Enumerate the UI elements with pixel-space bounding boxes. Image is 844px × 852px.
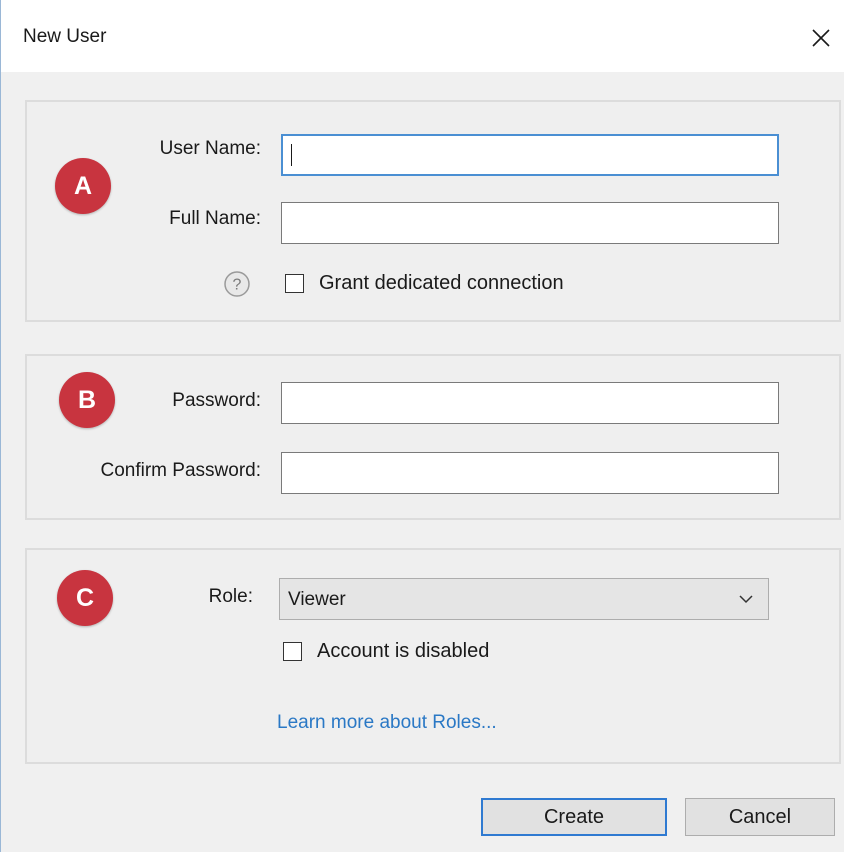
full-name-input[interactable] (281, 202, 779, 244)
create-button[interactable]: Create (481, 798, 667, 836)
confirm-password-input[interactable] (281, 452, 779, 494)
close-icon (812, 29, 830, 47)
role-select-value: Viewer (288, 589, 346, 610)
confirm-password-label: Confirm Password: (100, 460, 262, 481)
help-icon[interactable]: ? (223, 270, 251, 298)
user-name-input[interactable] (281, 134, 779, 176)
user-name-label: User Name: (159, 138, 261, 159)
close-button[interactable] (801, 18, 841, 58)
section-badge-a: A (55, 158, 111, 214)
role-select[interactable]: Viewer (279, 578, 769, 620)
grant-dedicated-connection-checkbox[interactable] (285, 274, 304, 293)
section-badge-c: C (57, 570, 113, 626)
password-input[interactable] (281, 382, 779, 424)
title-bar: New User (1, 0, 844, 72)
account-disabled-checkbox[interactable] (283, 642, 302, 661)
password-label: Password: (172, 390, 261, 411)
dialog-title: New User (23, 26, 107, 47)
section-identity: A User Name: Full Name: ? Grant dedicate… (25, 100, 841, 322)
grant-dedicated-connection-label: Grant dedicated connection (319, 272, 564, 294)
section-role: C Role: Viewer Account is disabled Learn… (25, 548, 841, 764)
account-disabled-label: Account is disabled (317, 640, 490, 662)
new-user-dialog: New User A User Name: Full Name: ? Grant… (0, 0, 844, 852)
chevron-down-icon (739, 595, 753, 604)
section-badge-b: B (59, 372, 115, 428)
role-label: Role: (208, 586, 253, 607)
svg-text:?: ? (233, 277, 242, 294)
cancel-button[interactable]: Cancel (685, 798, 835, 836)
learn-more-roles-link[interactable]: Learn more about Roles... (277, 712, 497, 734)
full-name-label: Full Name: (169, 208, 261, 229)
text-caret (291, 144, 292, 166)
section-password: B Password: Confirm Password: (25, 354, 841, 520)
